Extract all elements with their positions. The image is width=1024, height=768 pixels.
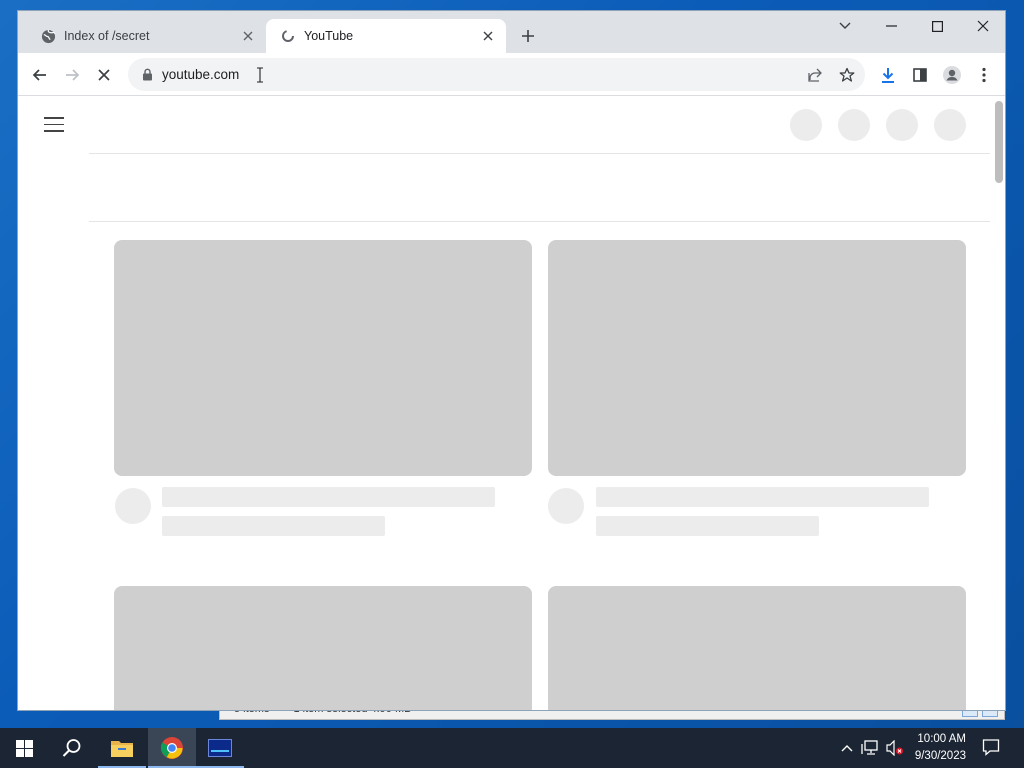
profile-button[interactable] xyxy=(939,62,965,88)
chrome-taskbar-button[interactable] xyxy=(148,728,196,768)
chrome-icon xyxy=(160,737,183,759)
arrow-right-icon xyxy=(66,69,80,81)
search-icon xyxy=(62,739,81,757)
title-placeholder xyxy=(162,487,495,507)
network-icon[interactable] xyxy=(861,740,879,756)
star-icon[interactable] xyxy=(838,66,856,84)
side-panel-icon xyxy=(913,68,927,82)
download-icon xyxy=(882,68,894,83)
new-tab-button[interactable] xyxy=(518,26,538,46)
volume-muted-icon[interactable] xyxy=(886,740,904,756)
maximize-icon xyxy=(931,20,943,32)
close-icon[interactable] xyxy=(240,28,256,44)
start-button[interactable] xyxy=(0,728,48,768)
clock-date: 9/30/2023 xyxy=(914,750,966,762)
kebab-menu-icon xyxy=(982,67,986,83)
tab-title: YouTube xyxy=(304,29,354,43)
header-placeholder-circle xyxy=(886,109,918,141)
back-button[interactable] xyxy=(27,62,53,88)
downloads-button[interactable] xyxy=(875,62,901,88)
minimize-button[interactable] xyxy=(868,11,914,41)
close-window-button[interactable] xyxy=(960,11,1005,41)
url-text[interactable]: youtube.com xyxy=(162,67,239,82)
tab-index-of-secret[interactable]: Index of /secret xyxy=(26,19,266,53)
tab-youtube[interactable]: YouTube xyxy=(266,19,506,53)
video-thumbnail-placeholder xyxy=(548,240,966,476)
app-taskbar-button[interactable] xyxy=(196,728,244,768)
close-icon xyxy=(98,69,110,81)
side-panel-button[interactable] xyxy=(907,62,933,88)
close-icon[interactable] xyxy=(480,28,496,44)
chrome-window: Index of /secret YouTube youtube.com xyxy=(17,10,1006,711)
windows-taskbar: 10:00 AM 9/30/2023 xyxy=(0,728,1024,768)
search-button[interactable] xyxy=(48,728,96,768)
video-thumbnail-placeholder xyxy=(548,586,966,710)
windows-logo-icon xyxy=(15,739,33,757)
chevron-down-icon xyxy=(839,22,851,29)
tab-search-button[interactable] xyxy=(822,11,868,41)
forward-button[interactable] xyxy=(59,62,85,88)
meta-placeholder xyxy=(596,516,819,536)
browser-toolbar: youtube.com xyxy=(18,53,1005,96)
video-thumbnail-placeholder xyxy=(114,240,532,476)
folder-icon xyxy=(111,741,133,757)
globe-icon xyxy=(40,28,56,44)
header-placeholder-circle xyxy=(790,109,822,141)
arrow-left-icon xyxy=(32,69,46,81)
clock-time: 10:00 AM xyxy=(917,733,966,745)
window-app-icon xyxy=(208,739,232,757)
stop-loading-button[interactable] xyxy=(91,62,117,88)
meta-placeholder xyxy=(162,516,385,536)
tab-title: Index of /secret xyxy=(64,29,150,43)
lock-icon[interactable] xyxy=(140,68,154,82)
loading-spinner-icon xyxy=(280,28,296,44)
video-thumbnail-placeholder xyxy=(114,586,532,710)
tab-strip: Index of /secret YouTube xyxy=(18,11,1005,53)
channel-avatar-placeholder xyxy=(115,488,151,524)
close-icon xyxy=(977,20,989,32)
profile-avatar-icon xyxy=(943,66,961,84)
channel-avatar-placeholder xyxy=(548,488,584,524)
hamburger-menu-icon[interactable] xyxy=(44,117,64,133)
title-placeholder xyxy=(596,487,929,507)
system-clock[interactable]: 10:00 AM 9/30/2023 xyxy=(915,731,966,765)
youtube-page-loading xyxy=(18,97,1005,710)
chevron-up-icon[interactable] xyxy=(838,740,856,756)
notifications-icon[interactable] xyxy=(982,739,1000,756)
address-bar[interactable]: youtube.com xyxy=(128,58,865,91)
chips-divider xyxy=(89,221,990,222)
file-explorer-taskbar-button[interactable] xyxy=(98,728,146,768)
header-placeholder-circle xyxy=(934,109,966,141)
minimize-icon xyxy=(885,25,897,27)
plus-icon xyxy=(522,30,534,42)
share-icon[interactable] xyxy=(806,66,824,84)
text-cursor-icon xyxy=(256,67,264,88)
maximize-button[interactable] xyxy=(914,11,960,41)
header-divider xyxy=(89,153,990,154)
menu-button[interactable] xyxy=(971,62,997,88)
page-scrollbar[interactable] xyxy=(995,101,1003,183)
header-placeholder-circle xyxy=(838,109,870,141)
